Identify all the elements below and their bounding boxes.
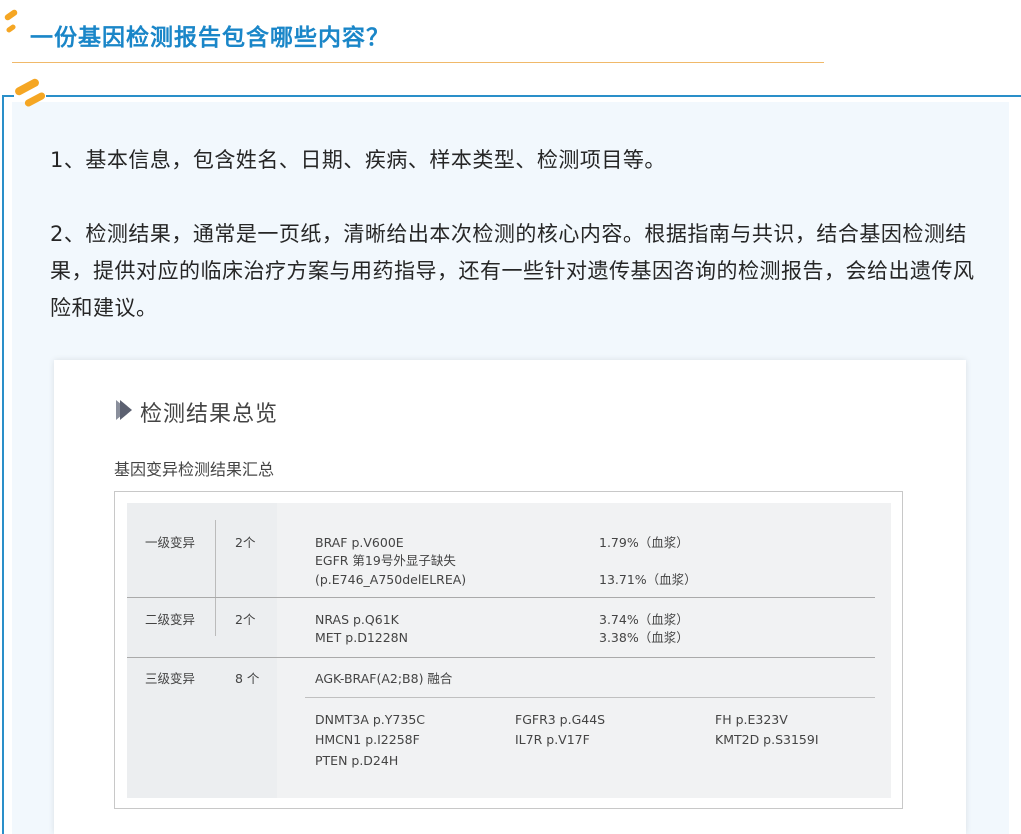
variant-name: PTEN p.D24H [315,753,399,768]
title-accent-mark [5,23,17,34]
variant-name: FGFR3 p.G44S [515,712,606,727]
variant-name: MET p.D1228N [315,630,408,645]
variant-name: DNMT3A p.Y735C [315,712,426,727]
variant-name: (p.E746_A750delELREA) [315,572,467,587]
title-accent-mark [3,8,19,22]
level-label: 一级变异 [145,535,196,550]
report-image: 检测结果总览 基因变异检测结果汇总 一级变异 2个 BRAF p.V600E E… [54,360,966,834]
variant-count: 8 个 [235,671,260,686]
variant-count: 2个 [235,612,256,627]
paragraph-test-results: 2、检测结果，通常是一页纸，清晰给出本次检测的核心内容。根据指南与共识，结合基因… [50,222,975,320]
report-title: 检测结果总览 [140,402,279,427]
results-table: 一级变异 2个 BRAF p.V600E EGFR 第19号外显子缺失 (p.E… [114,491,903,809]
variant-name: EGFR 第19号外显子缺失 [315,553,456,568]
variant-frequency: 13.71%（血浆） [599,572,697,587]
variant-name: KMT2D p.S3159I [715,732,819,747]
paragraph-basic-info: 1、基本信息，包含姓名、日期、疾病、样本类型、检测项目等。 [50,148,666,172]
variant-frequency: 1.79%（血浆） [599,535,689,550]
variant-name: FH p.E323V [715,712,788,727]
variant-name: IL7R p.V17F [515,732,590,747]
report-subtitle: 基因变异检测结果汇总 [114,460,275,479]
variant-frequency: 3.38%（血浆） [599,630,689,645]
variant-name: BRAF p.V600E [315,535,404,550]
box-border-top [46,95,1021,97]
level-label: 三级变异 [145,671,196,686]
play-arrow-icon [120,400,132,420]
fusion-variant: AGK-BRAF(A2;B8) 融合 [315,671,453,686]
level-label: 二级变异 [145,612,196,627]
variant-count: 2个 [235,535,256,550]
section-title: 一份基因检测报告包含哪些内容？ [30,25,390,51]
title-underline [12,62,824,63]
box-border-top-left [2,95,14,97]
variant-frequency: 3.74%（血浆） [599,612,689,627]
variant-name: HMCN1 p.I2258F [315,732,420,747]
variant-name: NRAS p.Q61K [315,612,399,627]
box-border-left [2,95,4,834]
